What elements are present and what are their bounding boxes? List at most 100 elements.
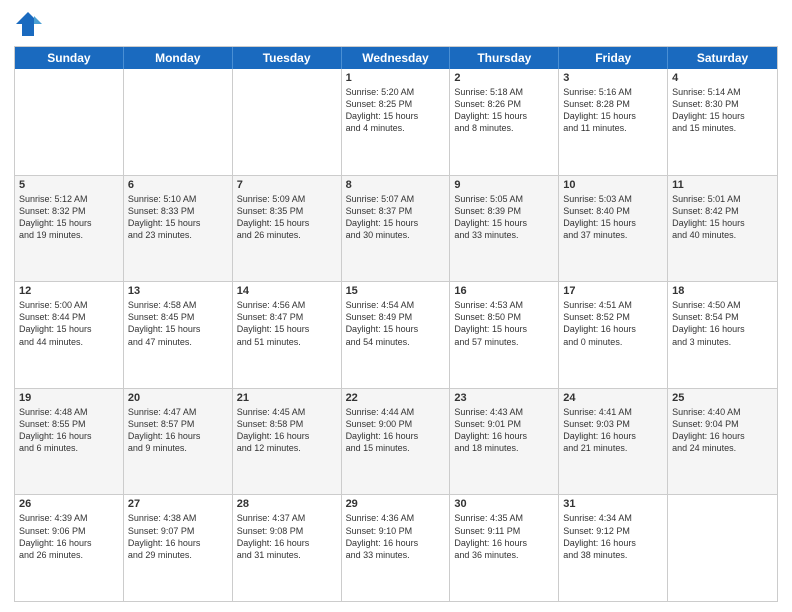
calendar-row-4: 26Sunrise: 4:39 AM Sunset: 9:06 PM Dayli… bbox=[15, 495, 777, 601]
cell-day-number: 31 bbox=[563, 498, 663, 510]
calendar-cell-25: 25Sunrise: 4:40 AM Sunset: 9:04 PM Dayli… bbox=[668, 389, 777, 495]
calendar-cell-12: 12 Sunrise: 5:00 AM Sunset: 8:44 PM Dayli… bbox=[15, 282, 124, 388]
calendar-cell-10: 10 Sunrise: 5:03 AM Sunset: 8:40 PM Dayli… bbox=[559, 176, 668, 282]
cell-detail: Sunrise: 5:14 AM Sunset: 8:30 PM Dayligh… bbox=[672, 86, 773, 135]
cell-detail: Sunrise: 4:47 AM Sunset: 8:57 PM Dayligh… bbox=[128, 406, 228, 455]
cell-day-number: 2 bbox=[454, 72, 554, 84]
cell-detail: Sunrise: 5:00 AM Sunset: 8:44 PM Dayligh… bbox=[19, 299, 119, 348]
calendar-cell-23: 23 Sunrise: 4:43 AM Sunset: 9:01 PM Dayli… bbox=[450, 389, 559, 495]
calendar-cell-30: 30Sunrise: 4:35 AM Sunset: 9:11 PM Dayli… bbox=[450, 495, 559, 601]
calendar-cell-7: 7Sunrise: 5:09 AM Sunset: 8:35 PM Daylig… bbox=[233, 176, 342, 282]
cell-detail: Sunrise: 4:40 AM Sunset: 9:04 PM Dayligh… bbox=[672, 406, 773, 455]
cell-day-number: 8 bbox=[346, 179, 446, 191]
cell-detail: Sunrise: 5:07 AM Sunset: 8:37 PM Dayligh… bbox=[346, 193, 446, 242]
calendar-cell-empty-4-6 bbox=[668, 495, 777, 601]
cell-day-number: 23 bbox=[454, 392, 554, 404]
cell-day-number: 18 bbox=[672, 285, 773, 297]
cell-detail: Sunrise: 5:01 AM Sunset: 8:42 PM Dayligh… bbox=[672, 193, 773, 242]
calendar-cell-29: 29 Sunrise: 4:36 AM Sunset: 9:10 PM Dayli… bbox=[342, 495, 451, 601]
calendar-row-2: 12 Sunrise: 5:00 AM Sunset: 8:44 PM Dayli… bbox=[15, 282, 777, 389]
calendar-row-3: 19Sunrise: 4:48 AM Sunset: 8:55 PM Dayli… bbox=[15, 389, 777, 496]
cell-day-number: 27 bbox=[128, 498, 228, 510]
calendar-cell-empty-0-2 bbox=[233, 69, 342, 175]
cell-detail: Sunrise: 5:03 AM Sunset: 8:40 PM Dayligh… bbox=[563, 193, 663, 242]
calendar-cell-28: 28Sunrise: 4:37 AM Sunset: 9:08 PM Dayli… bbox=[233, 495, 342, 601]
cell-day-number: 16 bbox=[454, 285, 554, 297]
cell-day-number: 12 bbox=[19, 285, 119, 297]
header-day-wednesday: Wednesday bbox=[342, 47, 451, 69]
page: SundayMondayTuesdayWednesdayThursdayFrid… bbox=[0, 0, 792, 612]
calendar: SundayMondayTuesdayWednesdayThursdayFrid… bbox=[14, 46, 778, 602]
cell-day-number: 10 bbox=[563, 179, 663, 191]
calendar-cell-22: 22 Sunrise: 4:44 AM Sunset: 9:00 PM Dayli… bbox=[342, 389, 451, 495]
cell-detail: Sunrise: 4:53 AM Sunset: 8:50 PM Dayligh… bbox=[454, 299, 554, 348]
cell-detail: Sunrise: 4:39 AM Sunset: 9:06 PM Dayligh… bbox=[19, 512, 119, 561]
calendar-row-1: 5 Sunrise: 5:12 AM Sunset: 8:32 PM Daylig… bbox=[15, 176, 777, 283]
cell-detail: Sunrise: 4:34 AM Sunset: 9:12 PM Dayligh… bbox=[563, 512, 663, 561]
cell-detail: Sunrise: 5:12 AM Sunset: 8:32 PM Dayligh… bbox=[19, 193, 119, 242]
header-day-sunday: Sunday bbox=[15, 47, 124, 69]
calendar-cell-5: 5 Sunrise: 5:12 AM Sunset: 8:32 PM Daylig… bbox=[15, 176, 124, 282]
cell-detail: Sunrise: 4:43 AM Sunset: 9:01 PM Dayligh… bbox=[454, 406, 554, 455]
calendar-cell-empty-0-0 bbox=[15, 69, 124, 175]
cell-detail: Sunrise: 5:10 AM Sunset: 8:33 PM Dayligh… bbox=[128, 193, 228, 242]
cell-detail: Sunrise: 4:54 AM Sunset: 8:49 PM Dayligh… bbox=[346, 299, 446, 348]
calendar-cell-2: 2 Sunrise: 5:18 AM Sunset: 8:26 PM Daylig… bbox=[450, 69, 559, 175]
header-day-tuesday: Tuesday bbox=[233, 47, 342, 69]
cell-day-number: 1 bbox=[346, 72, 446, 84]
calendar-cell-26: 26Sunrise: 4:39 AM Sunset: 9:06 PM Dayli… bbox=[15, 495, 124, 601]
calendar-row-0: 1 Sunrise: 5:20 AM Sunset: 8:25 PM Daylig… bbox=[15, 69, 777, 176]
calendar-cell-6: 6 Sunrise: 5:10 AM Sunset: 8:33 PM Daylig… bbox=[124, 176, 233, 282]
calendar-cell-18: 18Sunrise: 4:50 AM Sunset: 8:54 PM Dayli… bbox=[668, 282, 777, 388]
cell-day-number: 15 bbox=[346, 285, 446, 297]
calendar-cell-27: 27Sunrise: 4:38 AM Sunset: 9:07 PM Dayli… bbox=[124, 495, 233, 601]
cell-detail: Sunrise: 4:56 AM Sunset: 8:47 PM Dayligh… bbox=[237, 299, 337, 348]
calendar-cell-15: 15 Sunrise: 4:54 AM Sunset: 8:49 PM Dayli… bbox=[342, 282, 451, 388]
cell-detail: Sunrise: 4:58 AM Sunset: 8:45 PM Dayligh… bbox=[128, 299, 228, 348]
calendar-cell-13: 13 Sunrise: 4:58 AM Sunset: 8:45 PM Dayli… bbox=[124, 282, 233, 388]
calendar-body: 1 Sunrise: 5:20 AM Sunset: 8:25 PM Daylig… bbox=[15, 69, 777, 601]
cell-day-number: 30 bbox=[454, 498, 554, 510]
cell-day-number: 17 bbox=[563, 285, 663, 297]
calendar-cell-3: 3Sunrise: 5:16 AM Sunset: 8:28 PM Daylig… bbox=[559, 69, 668, 175]
calendar-cell-31: 31 Sunrise: 4:34 AM Sunset: 9:12 PM Dayli… bbox=[559, 495, 668, 601]
calendar-header: SundayMondayTuesdayWednesdayThursdayFrid… bbox=[15, 47, 777, 69]
cell-detail: Sunrise: 5:20 AM Sunset: 8:25 PM Dayligh… bbox=[346, 86, 446, 135]
cell-day-number: 3 bbox=[563, 72, 663, 84]
cell-day-number: 14 bbox=[237, 285, 337, 297]
cell-day-number: 29 bbox=[346, 498, 446, 510]
cell-day-number: 6 bbox=[128, 179, 228, 191]
cell-detail: Sunrise: 5:05 AM Sunset: 8:39 PM Dayligh… bbox=[454, 193, 554, 242]
cell-day-number: 22 bbox=[346, 392, 446, 404]
calendar-cell-24: 24 Sunrise: 4:41 AM Sunset: 9:03 PM Dayli… bbox=[559, 389, 668, 495]
logo bbox=[14, 10, 46, 38]
header-day-monday: Monday bbox=[124, 47, 233, 69]
calendar-cell-16: 16 Sunrise: 4:53 AM Sunset: 8:50 PM Dayli… bbox=[450, 282, 559, 388]
calendar-cell-14: 14 Sunrise: 4:56 AM Sunset: 8:47 PM Dayli… bbox=[233, 282, 342, 388]
cell-detail: Sunrise: 4:41 AM Sunset: 9:03 PM Dayligh… bbox=[563, 406, 663, 455]
calendar-cell-11: 11 Sunrise: 5:01 AM Sunset: 8:42 PM Dayli… bbox=[668, 176, 777, 282]
cell-day-number: 13 bbox=[128, 285, 228, 297]
cell-detail: Sunrise: 5:09 AM Sunset: 8:35 PM Dayligh… bbox=[237, 193, 337, 242]
header-day-saturday: Saturday bbox=[668, 47, 777, 69]
cell-day-number: 24 bbox=[563, 392, 663, 404]
cell-detail: Sunrise: 4:36 AM Sunset: 9:10 PM Dayligh… bbox=[346, 512, 446, 561]
cell-day-number: 19 bbox=[19, 392, 119, 404]
cell-day-number: 21 bbox=[237, 392, 337, 404]
cell-day-number: 5 bbox=[19, 179, 119, 191]
cell-detail: Sunrise: 5:18 AM Sunset: 8:26 PM Dayligh… bbox=[454, 86, 554, 135]
calendar-cell-20: 20Sunrise: 4:47 AM Sunset: 8:57 PM Dayli… bbox=[124, 389, 233, 495]
cell-detail: Sunrise: 4:45 AM Sunset: 8:58 PM Dayligh… bbox=[237, 406, 337, 455]
calendar-cell-9: 9 Sunrise: 5:05 AM Sunset: 8:39 PM Daylig… bbox=[450, 176, 559, 282]
calendar-cell-21: 21 Sunrise: 4:45 AM Sunset: 8:58 PM Dayli… bbox=[233, 389, 342, 495]
cell-day-number: 9 bbox=[454, 179, 554, 191]
cell-detail: Sunrise: 4:44 AM Sunset: 9:00 PM Dayligh… bbox=[346, 406, 446, 455]
header bbox=[14, 10, 778, 38]
cell-day-number: 4 bbox=[672, 72, 773, 84]
cell-day-number: 11 bbox=[672, 179, 773, 191]
calendar-cell-empty-0-1 bbox=[124, 69, 233, 175]
calendar-cell-8: 8 Sunrise: 5:07 AM Sunset: 8:37 PM Daylig… bbox=[342, 176, 451, 282]
calendar-cell-19: 19Sunrise: 4:48 AM Sunset: 8:55 PM Dayli… bbox=[15, 389, 124, 495]
calendar-cell-17: 17 Sunrise: 4:51 AM Sunset: 8:52 PM Dayli… bbox=[559, 282, 668, 388]
cell-detail: Sunrise: 4:51 AM Sunset: 8:52 PM Dayligh… bbox=[563, 299, 663, 348]
